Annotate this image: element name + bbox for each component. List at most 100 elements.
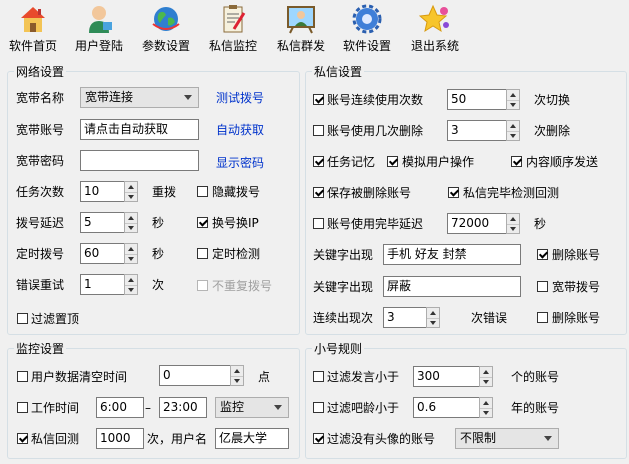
age-filter-input[interactable]: 0.6 bbox=[413, 397, 480, 418]
acct-delete-checkbox[interactable] bbox=[313, 125, 324, 136]
clear-time-checkbox[interactable] bbox=[17, 371, 28, 382]
delete-acct-2-checkbox[interactable] bbox=[537, 312, 548, 323]
timed-dial-stepper[interactable] bbox=[124, 243, 138, 264]
filter-top-checkbox[interactable] bbox=[17, 313, 28, 324]
timed-dial-input[interactable]: 60 bbox=[80, 243, 125, 264]
finish-delay-stepper[interactable] bbox=[506, 213, 520, 234]
settings-label: 软件设置 bbox=[342, 39, 391, 53]
no-repeat-dial-checkbox[interactable] bbox=[197, 280, 208, 291]
delete-acct-2-label: 删除账号 bbox=[552, 311, 601, 325]
content-order-checkbox[interactable] bbox=[511, 156, 522, 167]
keyword2-input[interactable]: 屏蔽 bbox=[383, 276, 521, 297]
show-password-link[interactable]: 显示密码 bbox=[216, 156, 264, 170]
dial-delay-label: 拨号延迟 bbox=[16, 216, 65, 230]
task-count-input[interactable]: 10 bbox=[80, 181, 125, 202]
mode-select[interactable]: 监控 bbox=[215, 397, 289, 418]
gear-icon bbox=[352, 4, 382, 34]
age-filter-label: 过滤吧龄小于 bbox=[327, 401, 400, 415]
consecutive-stepper[interactable] bbox=[426, 307, 440, 328]
change-ip-label: 换号换IP bbox=[212, 216, 259, 230]
home-button[interactable]: 软件首页 bbox=[4, 2, 62, 54]
avatar-filter-checkbox[interactable] bbox=[313, 433, 324, 444]
broadband-account-input[interactable]: 请点击自动获取 bbox=[80, 119, 199, 140]
speech-filter-stepper[interactable] bbox=[479, 366, 493, 387]
monitor-button[interactable]: 私信监控 bbox=[204, 2, 262, 54]
globe-icon bbox=[152, 7, 180, 31]
error-suffix: 次错误 bbox=[471, 311, 508, 325]
monitor-label: 私信监控 bbox=[208, 39, 257, 53]
test-dial-link[interactable]: 测试拨号 bbox=[216, 91, 264, 105]
content-order-label: 内容顺序发送 bbox=[526, 155, 599, 169]
bulk-send-button[interactable]: 私信群发 bbox=[272, 2, 330, 54]
task-memory-label: 任务记忆 bbox=[327, 155, 376, 169]
params-button[interactable]: 参数设置 bbox=[137, 2, 195, 54]
finish-delay-label: 账号使用完毕延迟 bbox=[327, 217, 424, 231]
keyword2-label: 关键字出现 bbox=[313, 280, 374, 294]
bulk-send-label: 私信群发 bbox=[276, 39, 325, 53]
username-input[interactable]: 亿晨大学 bbox=[215, 428, 289, 449]
work-time-label: 工作时间 bbox=[31, 401, 80, 415]
timed-check-checkbox[interactable] bbox=[197, 248, 208, 259]
settings-button[interactable]: 软件设置 bbox=[338, 2, 396, 54]
speech-filter-checkbox[interactable] bbox=[313, 371, 324, 382]
mode-value: 监控 bbox=[220, 400, 245, 414]
clear-time-input[interactable]: 0 bbox=[159, 365, 231, 386]
dial-delay-stepper[interactable] bbox=[124, 212, 138, 233]
acct-delete-input[interactable]: 3 bbox=[447, 120, 507, 141]
callback-checkbox[interactable] bbox=[17, 433, 28, 444]
acct-switch-input[interactable]: 50 bbox=[447, 89, 507, 110]
dial-delay-input[interactable]: 5 bbox=[80, 212, 125, 233]
auto-get-link[interactable]: 自动获取 bbox=[216, 123, 264, 137]
acct-delete-stepper[interactable] bbox=[506, 120, 520, 141]
age-filter-stepper[interactable] bbox=[479, 397, 493, 418]
save-deleted-checkbox[interactable] bbox=[313, 187, 324, 198]
speech-filter-input[interactable]: 300 bbox=[413, 366, 480, 387]
user-icon bbox=[89, 6, 112, 33]
home-label: 软件首页 bbox=[8, 39, 57, 53]
callback-label: 私信回测 bbox=[31, 432, 80, 446]
check-callback-checkbox[interactable] bbox=[448, 187, 459, 198]
login-button[interactable]: 用户登陆 bbox=[70, 2, 128, 54]
avatar-filter-select[interactable]: 不限制 bbox=[455, 428, 559, 449]
avatar-filter-value: 不限制 bbox=[460, 431, 497, 445]
broadband-password-input[interactable] bbox=[80, 150, 199, 171]
broadband-dial-checkbox[interactable] bbox=[537, 281, 548, 292]
change-ip-checkbox[interactable] bbox=[197, 217, 208, 228]
callback-count-input[interactable]: 1000 bbox=[96, 428, 144, 449]
simulate-user-label: 模拟用户操作 bbox=[402, 155, 475, 169]
work-start-input[interactable]: 6:00 bbox=[96, 397, 144, 418]
broadband-password-label: 宽带密码 bbox=[16, 154, 65, 168]
error-retry-label: 错误重试 bbox=[16, 278, 65, 292]
broadband-name-select[interactable]: 宽带连接 bbox=[80, 87, 199, 108]
error-retry-stepper[interactable] bbox=[124, 274, 138, 295]
work-time-checkbox[interactable] bbox=[17, 402, 28, 413]
task-count-stepper[interactable] bbox=[124, 181, 138, 202]
finish-delay-input[interactable]: 72000 bbox=[447, 213, 507, 234]
error-retry-unit: 次 bbox=[152, 278, 165, 292]
timed-dial-label: 定时拨号 bbox=[16, 247, 65, 261]
params-label: 参数设置 bbox=[141, 39, 190, 53]
exit-button[interactable]: 退出系统 bbox=[405, 2, 465, 54]
age-filter-checkbox[interactable] bbox=[313, 402, 324, 413]
consecutive-input[interactable]: 3 bbox=[383, 307, 427, 328]
broadband-name-value: 宽带连接 bbox=[85, 90, 134, 104]
toolbar: 软件首页 用户登陆 参数设置 私信监控 私信群发 软件设置 退出系统 bbox=[0, 0, 629, 56]
work-end-input[interactable]: 23:00 bbox=[159, 397, 207, 418]
home-icon bbox=[21, 7, 45, 32]
broadband-dial-label: 宽带拨号 bbox=[552, 280, 601, 294]
dial-delay-unit: 秒 bbox=[152, 216, 165, 230]
finish-delay-checkbox[interactable] bbox=[313, 218, 324, 229]
delete-acct-label: 删除账号 bbox=[552, 248, 601, 262]
error-retry-input[interactable]: 1 bbox=[80, 274, 125, 295]
speech-filter-label: 过滤发言小于 bbox=[327, 370, 400, 384]
acct-switch-stepper[interactable] bbox=[506, 89, 520, 110]
chevron-down-icon bbox=[184, 95, 192, 100]
keyword1-label: 关键字出现 bbox=[313, 248, 374, 262]
keyword1-input[interactable]: 手机 好友 封禁 bbox=[383, 244, 521, 265]
delete-acct-checkbox[interactable] bbox=[537, 249, 548, 260]
acct-switch-checkbox[interactable] bbox=[313, 94, 324, 105]
hide-dial-checkbox[interactable] bbox=[197, 186, 208, 197]
task-memory-checkbox[interactable] bbox=[313, 156, 324, 167]
simulate-user-checkbox[interactable] bbox=[387, 156, 398, 167]
clear-time-stepper[interactable] bbox=[230, 365, 244, 386]
